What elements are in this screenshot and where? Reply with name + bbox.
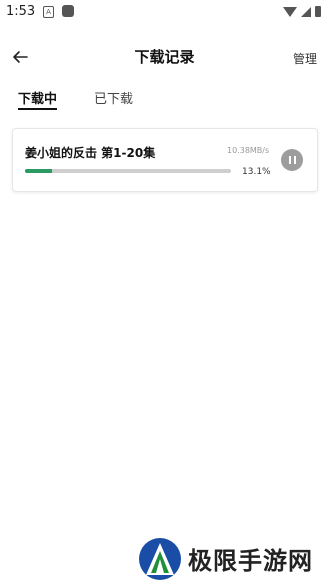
status-bar: 1:53 A bbox=[0, 0, 329, 24]
progress-fill bbox=[25, 169, 52, 173]
download-percent: 13.1% bbox=[242, 167, 271, 177]
download-title: 姜小姐的反击 第1-20集 bbox=[25, 146, 156, 160]
watermark: 极限手游网 bbox=[138, 535, 328, 581]
notification-a-icon: A bbox=[43, 6, 54, 18]
header: 下载记录 管理 bbox=[0, 40, 329, 76]
manage-button[interactable]: 管理 bbox=[293, 50, 317, 67]
watermark-logo-icon bbox=[139, 538, 181, 580]
active-tab-indicator bbox=[18, 108, 57, 110]
pause-icon-bar-right bbox=[293, 156, 296, 164]
notification-app-icon bbox=[62, 5, 74, 17]
download-item[interactable]: 姜小姐的反击 第1-20集 10.38MB/s 13.1% bbox=[12, 128, 318, 192]
watermark-text: 极限手游网 bbox=[188, 547, 313, 575]
status-indicators bbox=[283, 6, 321, 17]
progress-track bbox=[25, 169, 231, 173]
status-time: 1:53 bbox=[6, 4, 36, 19]
signal-icon bbox=[301, 6, 311, 17]
download-speed: 10.38MB/s bbox=[227, 146, 270, 155]
tab-downloading[interactable]: 下载中 bbox=[18, 88, 57, 107]
tab-bar: 下载中 已下载 bbox=[0, 84, 329, 112]
tab-downloaded[interactable]: 已下载 bbox=[94, 88, 133, 107]
pause-button[interactable] bbox=[281, 149, 303, 171]
wifi-icon bbox=[283, 6, 297, 17]
pause-icon-bar-left bbox=[288, 156, 291, 164]
battery-icon bbox=[315, 6, 321, 17]
page-title: 下载记录 bbox=[134, 48, 195, 66]
